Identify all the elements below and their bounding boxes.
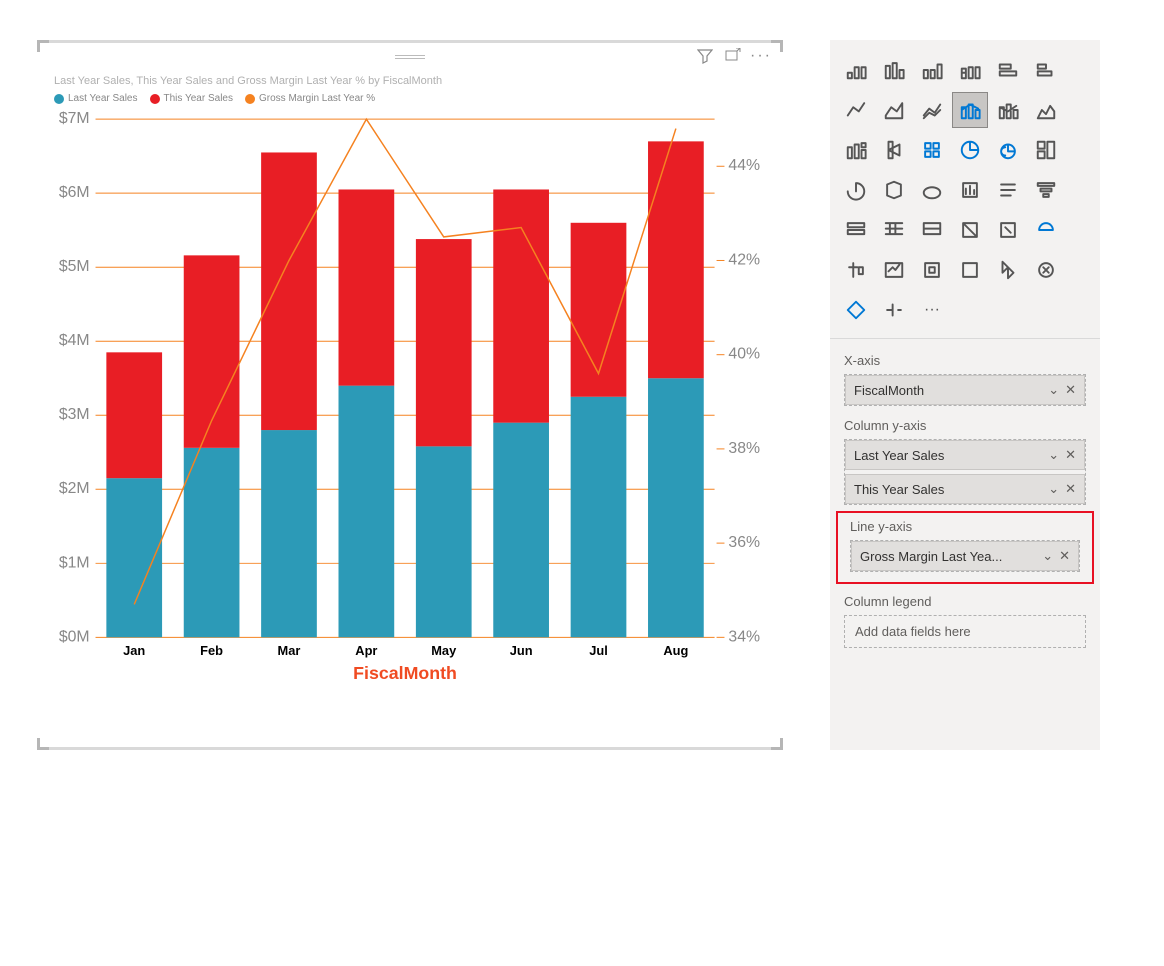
viz-type-icon-14[interactable] (914, 132, 950, 168)
viz-type-icon-6[interactable] (838, 92, 874, 128)
chart-title: Last Year Sales, This Year Sales and Gro… (40, 71, 780, 87)
column-y-axis-label: Column y-axis (844, 418, 1086, 433)
line-y-field-gross-margin[interactable]: Gross Margin Last Yea... ⌄✕ (851, 541, 1079, 571)
viz-type-icon-31[interactable] (876, 252, 912, 288)
column-y-field-this-year-sales[interactable]: This Year Sales ⌄✕ (845, 474, 1085, 504)
viz-type-icon-36[interactable] (838, 292, 874, 328)
remove-field-icon[interactable]: ✕ (1065, 447, 1076, 463)
viz-type-icon-30[interactable] (838, 252, 874, 288)
svg-text:$7M: $7M (59, 110, 90, 127)
column-legend-label: Column legend (844, 594, 1086, 609)
svg-text:Jun: Jun (510, 643, 533, 658)
svg-text:Feb: Feb (200, 643, 223, 658)
chart-plot-area: $0M $1M $2M $3M $4M $5M $6M $7M 34% 36% 38% 40% 42% 4… (54, 110, 766, 690)
viz-type-icon-12[interactable] (838, 132, 874, 168)
viz-type-icon-15[interactable] (952, 132, 988, 168)
viz-type-icon-24[interactable] (838, 212, 874, 248)
visual-header: ··· (40, 43, 780, 71)
svg-text:44%: 44% (728, 157, 760, 174)
drag-grip-icon[interactable] (395, 55, 425, 59)
viz-type-icon-17[interactable] (1028, 132, 1064, 168)
chart-legend: Last Year Sales This Year Sales Gross Ma… (40, 87, 780, 110)
viz-type-icon-1[interactable] (876, 52, 912, 88)
legend-last-year: Last Year Sales (68, 93, 138, 104)
viz-type-icon-2[interactable] (914, 52, 950, 88)
viz-type-icon-22[interactable] (990, 172, 1026, 208)
chevron-down-icon[interactable]: ⌄ (1048, 481, 1059, 497)
svg-text:Aug: Aug (663, 643, 688, 658)
column-legend-placeholder[interactable]: Add data fields here (845, 616, 1085, 647)
viz-type-icon-13[interactable] (876, 132, 912, 168)
viz-type-icon-28[interactable] (990, 212, 1026, 248)
viz-type-icon-9[interactable] (952, 92, 988, 128)
viz-type-icon-19[interactable] (876, 172, 912, 208)
svg-text:FiscalMonth: FiscalMonth (353, 663, 457, 683)
svg-text:Apr: Apr (355, 643, 377, 658)
line-y-axis-highlight: Line y-axis Gross Margin Last Yea... ⌄✕ (836, 511, 1094, 584)
xaxis-label: X-axis (844, 353, 1086, 368)
viz-type-icon-29[interactable] (1028, 212, 1064, 248)
column-y-field-last-year-sales[interactable]: Last Year Sales ⌄✕ (845, 440, 1085, 470)
visualizations-panel: ··· X-axis FiscalMonth ⌄✕ Column y-axis … (830, 40, 1100, 750)
viz-type-icon-7[interactable] (876, 92, 912, 128)
viz-type-icon-33[interactable] (952, 252, 988, 288)
line-y-axis-label: Line y-axis (850, 519, 1080, 534)
svg-text:$2M: $2M (59, 480, 90, 497)
viz-type-icon-25[interactable] (876, 212, 912, 248)
chevron-down-icon[interactable]: ⌄ (1048, 382, 1059, 398)
viz-type-icon-8[interactable] (914, 92, 950, 128)
viz-type-icon-0[interactable] (838, 52, 874, 88)
svg-text:$6M: $6M (59, 184, 90, 201)
svg-text:$1M: $1M (59, 554, 90, 571)
viz-more-icon[interactable]: ··· (914, 292, 950, 328)
focus-mode-icon[interactable] (724, 47, 742, 65)
viz-type-icon-37[interactable] (876, 292, 912, 328)
chevron-down-icon[interactable]: ⌄ (1042, 548, 1053, 564)
svg-text:Mar: Mar (278, 643, 301, 658)
svg-text:Jul: Jul (589, 643, 608, 658)
viz-type-icon-4[interactable] (990, 52, 1026, 88)
svg-text:$0M: $0M (59, 628, 90, 645)
viz-type-icon-3[interactable] (952, 52, 988, 88)
remove-field-icon[interactable]: ✕ (1065, 382, 1076, 398)
visual-type-gallery: ··· (830, 48, 1100, 332)
viz-type-icon-26[interactable] (914, 212, 950, 248)
filter-icon[interactable] (696, 47, 714, 65)
remove-field-icon[interactable]: ✕ (1065, 481, 1076, 497)
more-options-icon[interactable]: ··· (752, 47, 770, 65)
viz-type-icon-5[interactable] (1028, 52, 1064, 88)
svg-text:$3M: $3M (59, 406, 90, 423)
viz-type-icon-32[interactable] (914, 252, 950, 288)
xaxis-field-fiscalmonth[interactable]: FiscalMonth ⌄✕ (845, 375, 1085, 405)
viz-type-icon-18[interactable] (838, 172, 874, 208)
viz-type-icon-10[interactable] (990, 92, 1026, 128)
svg-text:$5M: $5M (59, 258, 90, 275)
viz-type-icon-27[interactable] (952, 212, 988, 248)
svg-text:38%: 38% (728, 440, 760, 457)
viz-type-icon-11[interactable] (1028, 92, 1064, 128)
chart-visual[interactable]: ··· Last Year Sales, This Year Sales and… (40, 40, 780, 750)
chevron-down-icon[interactable]: ⌄ (1048, 447, 1059, 463)
svg-text:Jan: Jan (123, 643, 145, 658)
viz-type-icon-21[interactable] (952, 172, 988, 208)
svg-text:36%: 36% (728, 534, 760, 551)
svg-text:May: May (431, 643, 457, 658)
viz-type-icon-34[interactable] (990, 252, 1026, 288)
svg-text:42%: 42% (728, 251, 760, 268)
viz-type-icon-23[interactable] (1028, 172, 1064, 208)
viz-type-icon-16[interactable] (990, 132, 1026, 168)
svg-text:$4M: $4M (59, 332, 90, 349)
remove-field-icon[interactable]: ✕ (1059, 548, 1070, 564)
legend-gross-margin: Gross Margin Last Year % (259, 93, 375, 104)
svg-text:40%: 40% (728, 346, 760, 363)
legend-this-year: This Year Sales (164, 93, 234, 104)
viz-type-icon-20[interactable] (914, 172, 950, 208)
svg-text:34%: 34% (728, 628, 760, 645)
viz-type-icon-35[interactable] (1028, 252, 1064, 288)
